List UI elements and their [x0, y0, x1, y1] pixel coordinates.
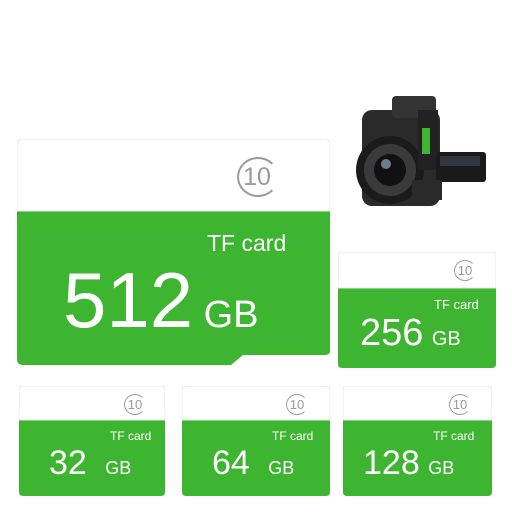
card-capacity: 64 GB	[212, 444, 295, 482]
card-label: TF card	[272, 429, 314, 443]
card-capacity: 32 GB	[49, 444, 132, 482]
class-10-badge: 10	[237, 157, 281, 197]
card-128gb: 10 TF card 128 GB	[343, 386, 492, 496]
card-512gb: 10 TF card 512 GB	[17, 139, 330, 365]
card-label: TF card	[110, 429, 152, 443]
card-256gb: 10 TF card 256 GB	[338, 252, 496, 368]
class-10-badge: 10	[454, 260, 478, 282]
camera-photo	[352, 88, 492, 228]
class-10-badge: 10	[286, 394, 310, 416]
class-10-badge: 10	[124, 394, 148, 416]
card-capacity: 512 GB	[63, 256, 259, 344]
camera-icon	[354, 90, 490, 226]
class-10-badge: 10	[449, 394, 473, 416]
card-64gb: 10 TF card 64 GB	[182, 386, 330, 496]
card-label: TF card	[207, 230, 287, 256]
card-label: TF card	[433, 429, 475, 443]
card-32gb: 10 TF card 32 GB	[19, 386, 165, 496]
card-capacity: 256 GB	[360, 312, 461, 354]
card-label: TF card	[434, 297, 479, 312]
card-capacity: 128 GB	[363, 444, 455, 482]
